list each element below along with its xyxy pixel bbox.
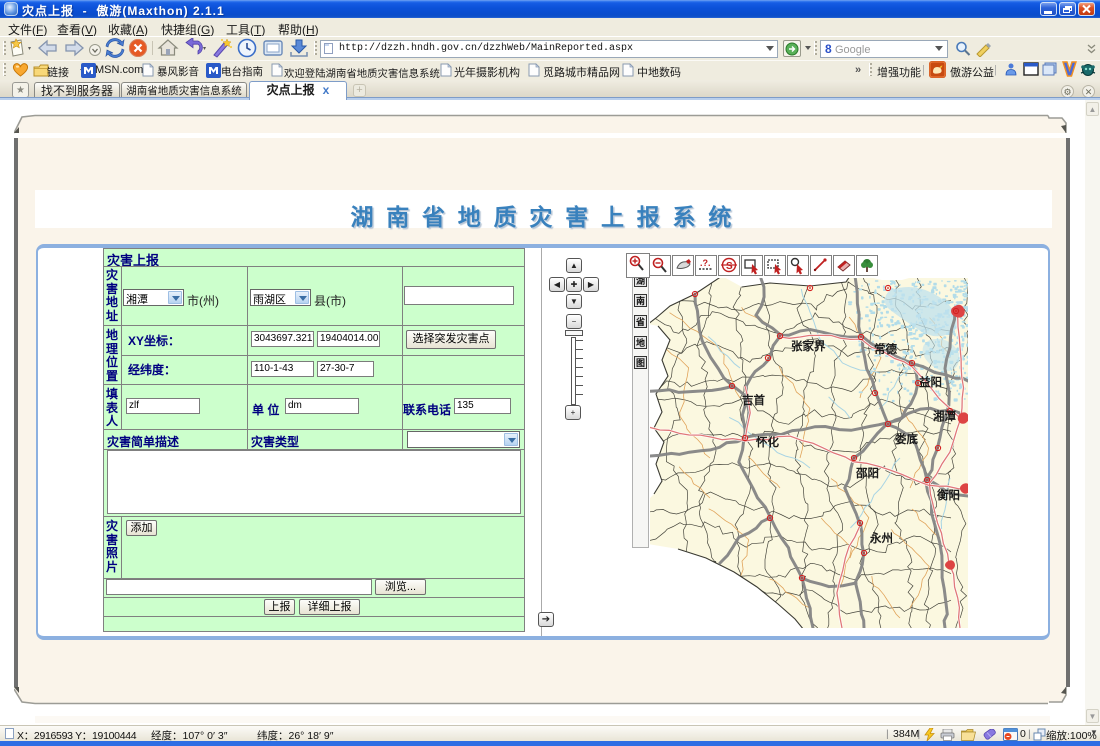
svg-text:张家界: 张家界 bbox=[791, 339, 826, 353]
svg-text:益阳: 益阳 bbox=[919, 375, 942, 389]
svg-text:常德: 常德 bbox=[874, 342, 897, 356]
svg-text:.?.: .?. bbox=[700, 258, 711, 268]
svg-text:邵阳: 邵阳 bbox=[855, 466, 879, 480]
svg-text:吉首: 吉首 bbox=[742, 393, 765, 407]
svg-text:娄底: 娄底 bbox=[895, 432, 918, 446]
svg-text:衡阳: 衡阳 bbox=[937, 488, 960, 502]
svg-text:湘潭: 湘潭 bbox=[933, 409, 956, 423]
svg-text:怀化: 怀化 bbox=[756, 435, 779, 449]
svg-text:永州: 永州 bbox=[869, 531, 893, 545]
svg-text:S: S bbox=[726, 261, 733, 272]
